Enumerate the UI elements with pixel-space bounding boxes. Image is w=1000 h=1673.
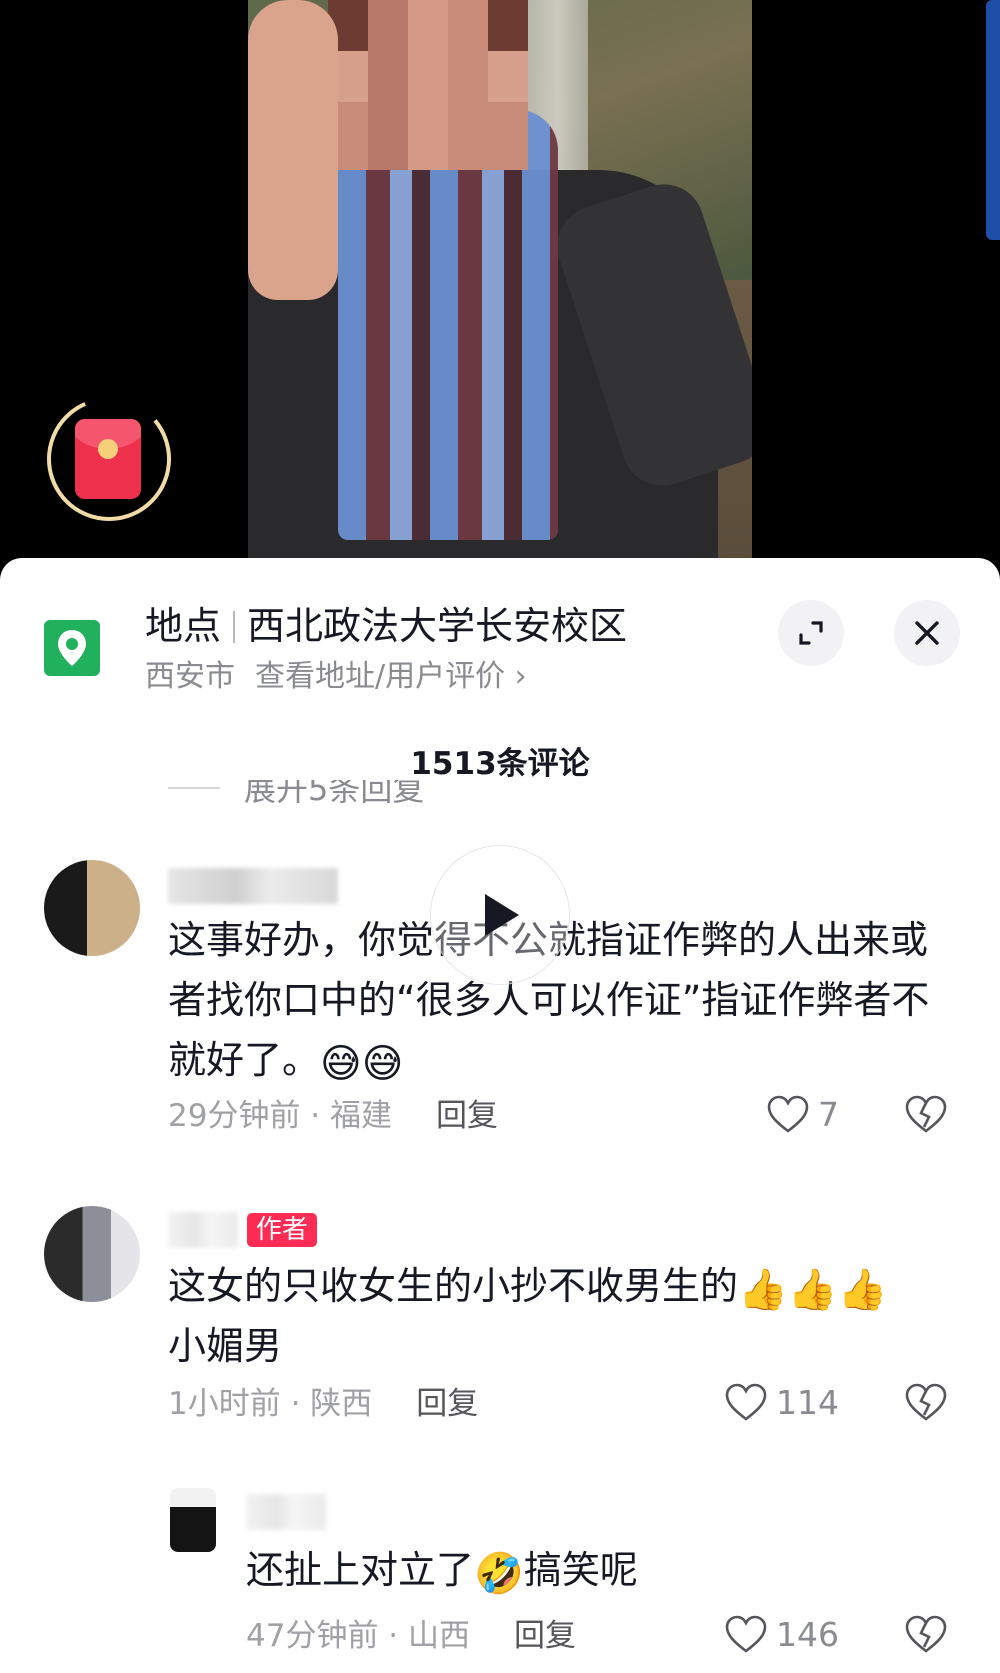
video-frame (248, 0, 752, 570)
expand-replies-link[interactable]: 展开5条回复 (168, 780, 424, 814)
close-icon (915, 621, 939, 645)
like-count: 146 (776, 1614, 839, 1654)
broken-heart-icon (905, 1383, 947, 1421)
comment-count: 1513条评论 (410, 746, 590, 782)
dislike-button[interactable] (904, 1614, 948, 1658)
comment-time: 1小时前 (168, 1386, 281, 1422)
avatar[interactable] (44, 860, 140, 956)
location-city: 西安市 (145, 659, 235, 694)
comment-region: 福建 (330, 1098, 393, 1134)
play-icon (485, 894, 519, 936)
chevron-right-icon: › (514, 659, 527, 694)
comment-meta: 1小时前 · 陕西 回复 (168, 1386, 479, 1422)
comment-meta: 47分钟前 · 山西 回复 (246, 1618, 577, 1654)
comment-item: 作者 这女的只收女生的小抄不收男生的👍👍👍 小媚男 1小时前 · 陕西 回复 11… (0, 1206, 1000, 1456)
side-indicator (986, 0, 1000, 240)
location-label: 地点 (145, 604, 222, 648)
heart-icon (725, 1615, 767, 1653)
heart-icon (767, 1095, 809, 1133)
username[interactable] (168, 868, 338, 904)
map-pin-icon (44, 620, 100, 676)
play-button[interactable] (430, 845, 570, 985)
reply-button[interactable]: 回复 (514, 1618, 576, 1654)
heart-icon (725, 1383, 767, 1421)
author-badge: 作者 (246, 1213, 317, 1247)
rofl-emoji: 🤣 (474, 1551, 524, 1597)
broken-heart-icon (905, 1095, 947, 1133)
location-subtitle: 西安市 查看地址/用户评价 › (145, 658, 527, 696)
red-packet-icon (75, 419, 141, 499)
broken-heart-icon (905, 1615, 947, 1653)
dislike-button[interactable] (904, 1382, 948, 1426)
reply-item: 还扯上对立了🤣搞笑呢 47分钟前 · 山西 回复 146 (0, 1488, 1000, 1673)
comment-time: 29分钟前 (168, 1098, 301, 1134)
avatar[interactable] (170, 1488, 216, 1552)
reply-button[interactable]: 回复 (436, 1098, 498, 1134)
sweat-smile-emoji: 😅😅 (320, 1041, 404, 1087)
divider (233, 611, 236, 643)
like-button[interactable]: 7 (766, 1094, 839, 1134)
comment-time: 47分钟前 (246, 1618, 379, 1654)
location-title: 地点 西北政法大学长安校区 (145, 602, 627, 650)
comment-region: 陕西 (310, 1386, 373, 1422)
like-button[interactable]: 146 (724, 1614, 839, 1654)
comment-region: 山西 (408, 1618, 471, 1654)
avatar[interactable] (44, 1206, 140, 1302)
pixelated-face (328, 0, 528, 170)
expand-icon (799, 621, 823, 645)
location-name: 西北政法大学长安校区 (247, 604, 628, 648)
video-player[interactable] (0, 0, 1000, 570)
location-link[interactable]: 查看地址/用户评价 (255, 659, 505, 694)
expand-button[interactable] (778, 600, 844, 666)
reply-button[interactable]: 回复 (416, 1386, 478, 1422)
like-count: 114 (776, 1382, 839, 1422)
comment-text: 这女的只收女生的小抄不收男生的👍👍👍 小媚男 (168, 1264, 888, 1368)
like-button[interactable]: 114 (724, 1382, 839, 1422)
username[interactable]: 作者 (168, 1212, 317, 1248)
dislike-button[interactable] (904, 1094, 948, 1138)
comments-panel: 地点 西北政法大学长安校区 西安市 查看地址/用户评价 › 1513条评论 展开5条… (0, 558, 1000, 1673)
like-count: 7 (818, 1094, 839, 1134)
red-packet-button[interactable] (44, 392, 174, 526)
comment-meta: 29分钟前 · 福建 回复 (168, 1098, 499, 1134)
comment-text: 还扯上对立了🤣搞笑呢 (246, 1548, 638, 1597)
location-card[interactable]: 地点 西北政法大学长安校区 西安市 查看地址/用户评价 › (0, 558, 1000, 694)
close-button[interactable] (894, 600, 960, 666)
thumbs-up-emoji: 👍👍👍 (738, 1267, 888, 1313)
username[interactable] (246, 1494, 326, 1530)
